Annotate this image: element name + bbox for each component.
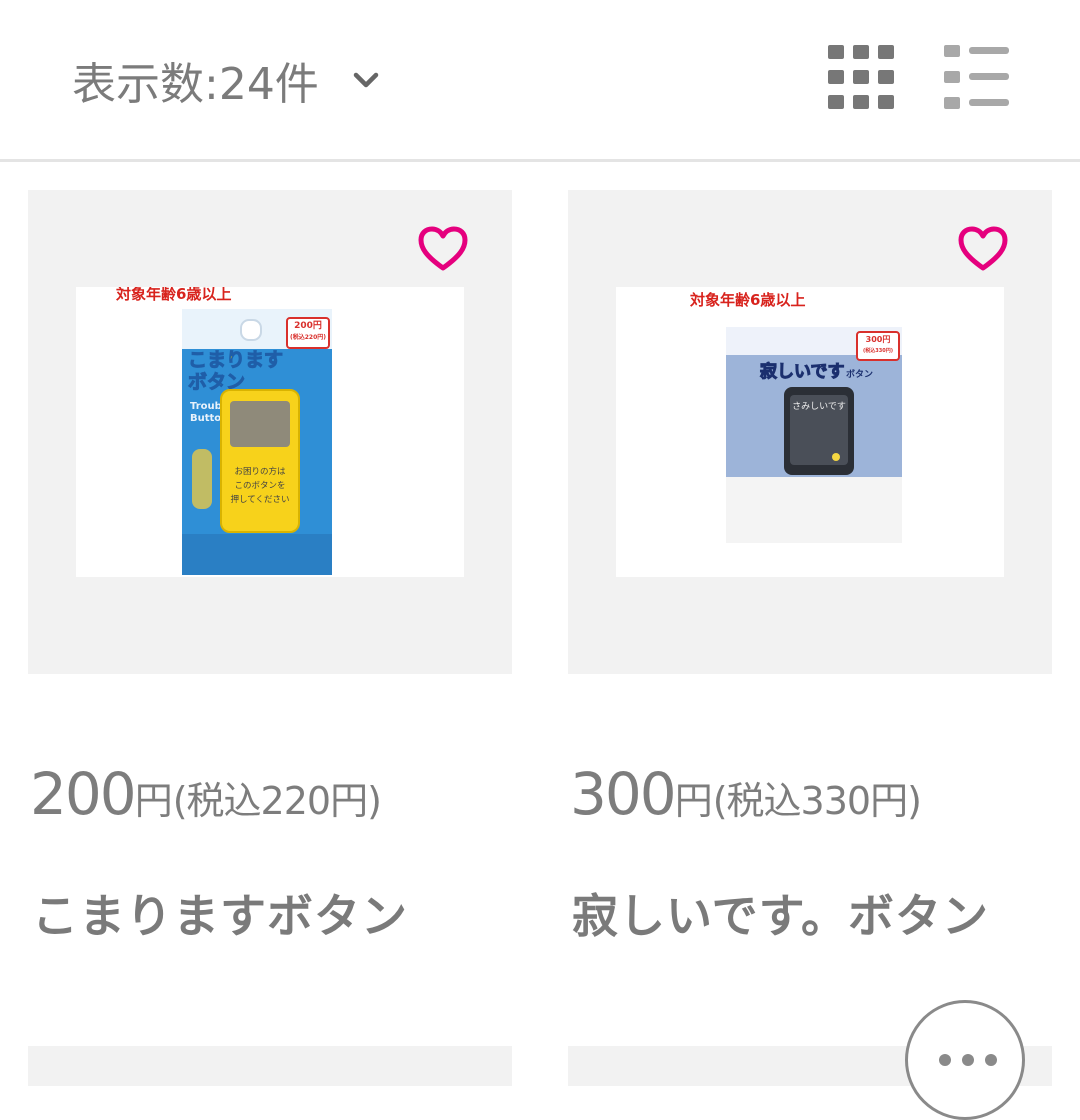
package-card: 300円 (税込330円) 寂しいです ボタン さみしいです	[726, 327, 902, 543]
floating-more-button[interactable]	[905, 1000, 1025, 1120]
product-photo: 対象年齢6歳以上 300円 (税込330円) 寂しいです ボタン さみしいです	[616, 287, 1004, 577]
heart-icon[interactable]	[958, 226, 1008, 272]
black-button-device: さみしいです	[784, 387, 854, 475]
chevron-down-icon	[353, 72, 379, 88]
heart-icon[interactable]	[418, 226, 468, 272]
price-tax-included: (税込220円)	[172, 779, 382, 823]
product-price: 200円(税込220円)	[30, 760, 382, 828]
list-toolbar: 表示数:24件	[0, 0, 1080, 162]
package-price-sub: (税込330円)	[862, 348, 893, 354]
price-yen: 円	[134, 779, 173, 823]
photo-age-text: 対象年齢6歳以上	[690, 291, 806, 309]
product-name[interactable]: 寂しいです。ボタン	[572, 880, 989, 946]
product-price: 300円(税込330円)	[570, 760, 922, 828]
product-name[interactable]: こまりますボタン	[32, 880, 408, 946]
display-count-label: 表示数:24件	[72, 59, 319, 110]
list-view-icon[interactable]	[944, 45, 1010, 111]
product-card[interactable]: 対象年齢6歳以上 300円 (税込330円) 寂しいです ボタン さみしいです	[568, 190, 1052, 943]
product-image-area[interactable]: 対象年齢6歳以上 200円 (税込220円) こまります ボタン Trouble…	[28, 190, 512, 674]
price-value: 300	[570, 760, 677, 828]
device-text-1: お困りの方は	[234, 467, 286, 477]
display-count-dropdown[interactable]: 表示数:24件	[72, 48, 379, 112]
package-subtitle: ボタン	[846, 370, 874, 380]
price-value: 200	[30, 760, 137, 828]
package-title-line1: こまります	[187, 349, 284, 372]
package-price-tag: 200円	[294, 321, 322, 331]
more-dots-icon	[939, 1054, 997, 1066]
package-card: 200円 (税込220円) こまります ボタン Trouble Button お…	[182, 309, 332, 575]
product-photo: 対象年齢6歳以上 200円 (税込220円) こまります ボタン Trouble…	[76, 287, 464, 577]
device-text: さみしいです	[792, 402, 846, 412]
package-title: 寂しいです	[760, 362, 845, 383]
product-card[interactable]: 対象年齢6歳以上 200円 (税込220円) こまります ボタン Trouble…	[28, 190, 512, 943]
package-price-tag: 300円	[865, 335, 891, 344]
product-card-next[interactable]	[28, 1046, 512, 1086]
photo-age-text: 対象年齢6歳以上	[116, 287, 232, 303]
price-tax-included: (税込330円)	[712, 779, 922, 823]
device-text-2: このボタンを	[234, 481, 286, 491]
device-text-3: 押してください	[230, 495, 290, 505]
grid-view-icon[interactable]	[828, 45, 894, 111]
product-image-area[interactable]: 対象年齢6歳以上 300円 (税込330円) 寂しいです ボタン さみしいです	[568, 190, 1052, 674]
price-yen: 円	[674, 779, 713, 823]
package-price-sub: (税込220円)	[289, 334, 326, 341]
yellow-button-device: お困りの方は このボタンを 押してください	[220, 389, 300, 533]
